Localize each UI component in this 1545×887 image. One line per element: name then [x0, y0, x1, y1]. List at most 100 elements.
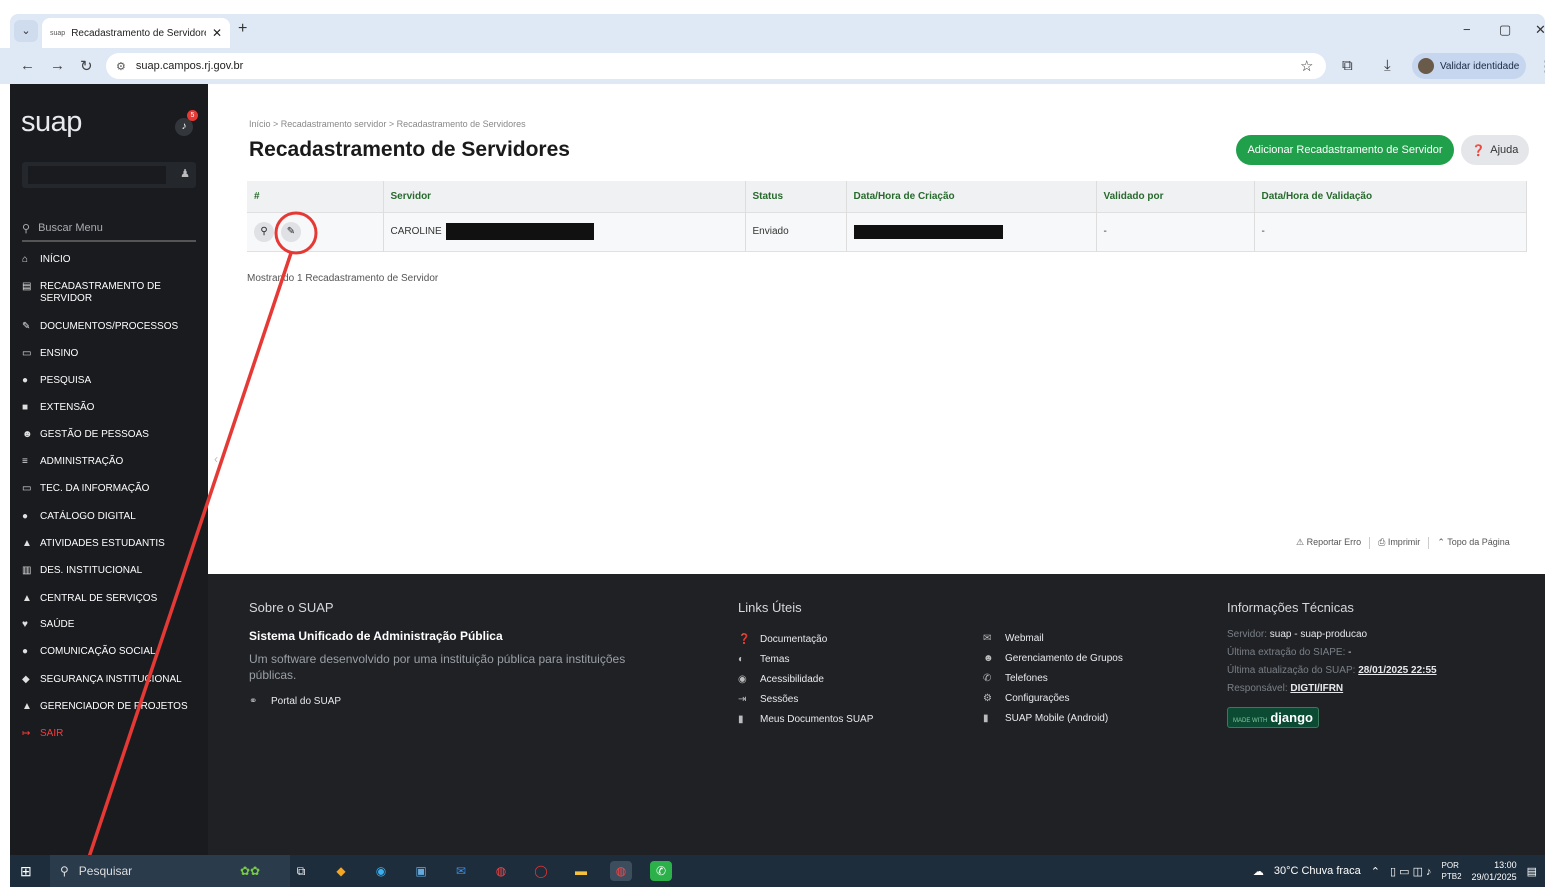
col-header-status[interactable]: Status [745, 181, 847, 212]
view-icon[interactable]: ⚲ [254, 221, 274, 242]
search-menu-input[interactable]: ⚲ Buscar Menu [22, 216, 196, 242]
about-heading: Sobre o SUAP [249, 600, 334, 615]
sidebar-item-13[interactable]: ♥ Saúde [22, 619, 202, 631]
sidebar-item-17[interactable]: ↦ Sair [22, 728, 202, 740]
sidebar-item-14[interactable]: ● Comunicação Social [22, 646, 202, 658]
back-icon[interactable]: ← [20, 57, 35, 74]
col-header-validado-por[interactable]: Validado por [1096, 181, 1255, 212]
update-value-link[interactable]: 28/01/2025 22:55 [1358, 665, 1436, 676]
tech-heading: Informações Técnicas [1227, 600, 1354, 615]
file-explorer-icon[interactable]: ▬ [570, 861, 592, 881]
sidebar-item-1[interactable]: ▤ Recadastramento de Servidor [22, 281, 202, 305]
edit-icon[interactable]: ✎ [281, 221, 301, 242]
server-value: suap - suap-producao [1269, 629, 1368, 640]
sidebar-item-15[interactable]: ◆ Segurança Institucional [22, 674, 202, 686]
server-label: Servidor: [1227, 629, 1268, 640]
print-link[interactable]: ⎙ Imprimir [1378, 537, 1420, 549]
task-view-icon[interactable]: ⧉ [290, 861, 312, 881]
menu-icon: ↦ [22, 728, 31, 739]
url-input[interactable]: ⚙ suap.campos.rj.gov.br [106, 53, 1326, 79]
sidebar-item-10[interactable]: ▲ Atividades Estudantis [22, 538, 202, 550]
sidebar-item-11[interactable]: ▥ Des. Institucional [22, 565, 202, 577]
footer-link-col1-2[interactable]: ◉ Acessibilidade [738, 669, 873, 689]
col-header-data-criacao[interactable]: Data/Hora de Criação [846, 181, 1097, 212]
django-badge[interactable]: MADE WITH django [1227, 707, 1319, 728]
phone-app-icon[interactable]: ✆ [650, 861, 672, 881]
user-name-redacted [28, 166, 166, 184]
footer-link-col2-4[interactable]: ▮ SUAP Mobile (Android) [983, 708, 1123, 728]
user-box[interactable]: ♟ [22, 162, 196, 188]
sidebar-item-16[interactable]: ▲ Gerenciador de Projetos [22, 701, 202, 713]
browser-tab-active[interactable]: suap Recadastramento de Servidores ✕ [42, 18, 230, 48]
sidebar-item-6[interactable]: ☻ Gestão de Pessoas [22, 429, 202, 441]
weather-text[interactable]: 30°C Chuva fraca [1274, 865, 1361, 877]
col-header-servidor[interactable]: Servidor [383, 181, 746, 212]
collapse-sidebar-icon[interactable]: ‹ [214, 452, 218, 466]
footer-link-col1-4[interactable]: ▮ Meus Documentos SUAP [738, 709, 873, 729]
footer-link-col2-3[interactable]: ⚙ Configurações [983, 688, 1123, 708]
tab-search-chevron-icon[interactable]: ⌄ [14, 20, 38, 42]
star-icon[interactable]: ☆ [1300, 57, 1313, 75]
chrome-active-icon[interactable]: ◍ [610, 861, 632, 881]
sidebar-item-2[interactable]: ✎ Documentos/Processos [22, 321, 202, 333]
forward-icon[interactable]: → [50, 57, 65, 74]
sidebar-item-5[interactable]: ■ Extensão [22, 402, 202, 414]
footer-link-col2-2[interactable]: ✆ Telefones [983, 668, 1123, 688]
sidebar-item-8[interactable]: ▭ Tec. da Informação [22, 483, 202, 495]
footer-link-col1-1[interactable]: ◐ Temas [738, 649, 873, 669]
copilot-icon[interactable]: ◆ [330, 861, 352, 881]
sidebar-item-12[interactable]: ▲ Central de Serviços [22, 593, 202, 605]
sidebar-item-3[interactable]: ▭ Ensino [22, 348, 202, 360]
top-of-page-link[interactable]: ⌃ Topo da Página [1437, 537, 1509, 549]
restore-icon[interactable]: ▢ [1499, 22, 1511, 38]
widgets-icon[interactable]: ✿✿ [222, 861, 278, 881]
chrome-icon[interactable]: ◍ [490, 861, 512, 881]
new-tab-icon[interactable]: + [238, 20, 247, 38]
profile-button[interactable]: Validar identidade [1412, 53, 1526, 79]
sidebar-item-7[interactable]: ≡ Administração [22, 456, 202, 468]
resp-value-link[interactable]: DIGTI/IFRN [1290, 683, 1343, 694]
notifications-icon[interactable]: ▤ [1527, 865, 1537, 878]
add-recadastramento-button[interactable]: Adicionar Recadastramento de Servidor [1236, 135, 1454, 165]
search-icon: ⚲ [22, 222, 31, 235]
footer-link-col2-1[interactable]: ☻ Gerenciamento de Grupos [983, 648, 1123, 668]
reload-icon[interactable]: ↻ [80, 57, 93, 75]
top-label: Topo da Página [1447, 537, 1510, 547]
extensions-icon[interactable]: ⧉ [1342, 57, 1353, 74]
sidebar-item-label: Extensão [40, 402, 95, 413]
footer-link-col1-3[interactable]: ⇥ Sessões [738, 689, 873, 709]
help-button[interactable]: ❓ Ajuda [1461, 135, 1529, 165]
redacted-surname [446, 223, 595, 240]
col-header-index[interactable]: # [247, 181, 384, 212]
suap-logo[interactable]: suap [21, 106, 82, 139]
download-icon[interactable]: ⤓ [1384, 57, 1391, 74]
minimize-icon[interactable]: − [1463, 22, 1471, 37]
opera-icon[interactable]: ◯ [530, 861, 552, 881]
tray-chevron-icon[interactable]: ⌃ [1371, 865, 1380, 878]
report-error-link[interactable]: ⚠ Reportar Erro [1296, 537, 1361, 549]
menu-icon: ≡ [22, 456, 28, 467]
footer-link-col2-0[interactable]: ✉ Webmail [983, 628, 1123, 648]
mail-icon[interactable]: ✉ [450, 861, 472, 881]
footer-link-col1-0[interactable]: ❓ Documentação [738, 629, 873, 649]
tray-icons[interactable]: ▯ ▭ ◫ ♪ [1390, 865, 1432, 878]
portal-suap-link[interactable]: ⚭ Portal do SUAP [249, 691, 669, 711]
sidebar-item-9[interactable]: ● Catálogo Digital [22, 511, 202, 523]
tab-close-icon[interactable]: ✕ [212, 26, 222, 40]
language-indicator[interactable]: POR PTB2 [1442, 860, 1462, 882]
store-icon[interactable]: ▣ [410, 861, 432, 881]
menu-icon[interactable]: ⋮ [1538, 57, 1545, 75]
col-header-data-validacao[interactable]: Data/Hora de Validação [1254, 181, 1527, 212]
edge-icon[interactable]: ◉ [370, 861, 392, 881]
footer-link-label: SUAP Mobile (Android) [1005, 712, 1109, 724]
siape-line: Última extração do SIAPE: - [1227, 647, 1437, 665]
clock[interactable]: 13:00 29/01/2025 [1472, 859, 1517, 883]
site-info-icon[interactable]: ⚙ [116, 60, 126, 73]
weather-icon[interactable]: ☁ [1253, 865, 1264, 878]
sidebar-item-0[interactable]: ⌂ Início [22, 254, 202, 266]
close-window-icon[interactable]: ✕ [1535, 22, 1545, 38]
windows-start-icon[interactable]: ⊞ [20, 863, 32, 880]
breadcrumb[interactable]: Início > Recadastramento servidor > Reca… [249, 119, 526, 129]
footer-link-label: Acessibilidade [760, 673, 824, 685]
sidebar-item-4[interactable]: ● Pesquisa [22, 375, 202, 387]
